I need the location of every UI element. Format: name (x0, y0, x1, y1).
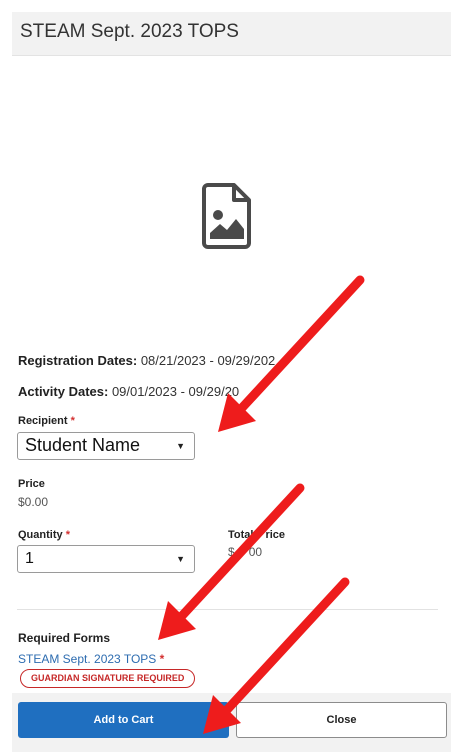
guardian-signature-badge: GUARDIAN SIGNATURE REQUIRED (20, 669, 196, 688)
required-asterisk: * (65, 529, 70, 541)
registration-dates-value: 08/21/2023 - 09/29/202 (140, 353, 276, 368)
close-button[interactable]: Close (236, 702, 447, 738)
header-bar: STEAM Sept. 2023 TOPS (12, 12, 451, 56)
add-to-cart-button[interactable]: Add to Cart (18, 702, 229, 738)
activity-dates-label: Activity Dates: (18, 384, 109, 399)
required-asterisk: * (159, 652, 165, 666)
quantity-select[interactable]: 1 ▼ (17, 545, 195, 573)
total-price-label: Total rice (228, 529, 286, 541)
required-form-link[interactable]: STEAM Sept. 2023 TOPS * (18, 652, 164, 666)
recipient-select[interactable]: Student Name ▼ (17, 432, 195, 460)
quantity-selected-value: 1 (25, 550, 34, 567)
image-placeholder-icon (202, 183, 251, 249)
required-forms-title: Required Forms (18, 631, 111, 645)
price-value: $0.00 (18, 495, 49, 509)
recipient-label: Recipient * (18, 415, 75, 427)
chevron-down-icon: ▼ (176, 441, 185, 451)
section-divider (17, 609, 438, 610)
activity-dates-value: 09/01/2023 - 09/29/20 (111, 384, 240, 399)
registration-dates: Registration Dates: 08/21/2023 - 09/29/2… (18, 353, 275, 368)
page-title: STEAM Sept. 2023 TOPS (20, 21, 239, 42)
price-label: Price (18, 478, 45, 490)
required-asterisk: * (70, 415, 75, 427)
total-price-value: $00 (228, 545, 263, 559)
chevron-down-icon: ▼ (176, 554, 185, 564)
activity-dates: Activity Dates: 09/01/2023 - 09/29/20 (18, 384, 239, 399)
registration-dates-label: Registration Dates: (18, 353, 138, 368)
quantity-label: Quantity * (18, 529, 70, 541)
recipient-selected-value: Student Name (25, 435, 141, 455)
